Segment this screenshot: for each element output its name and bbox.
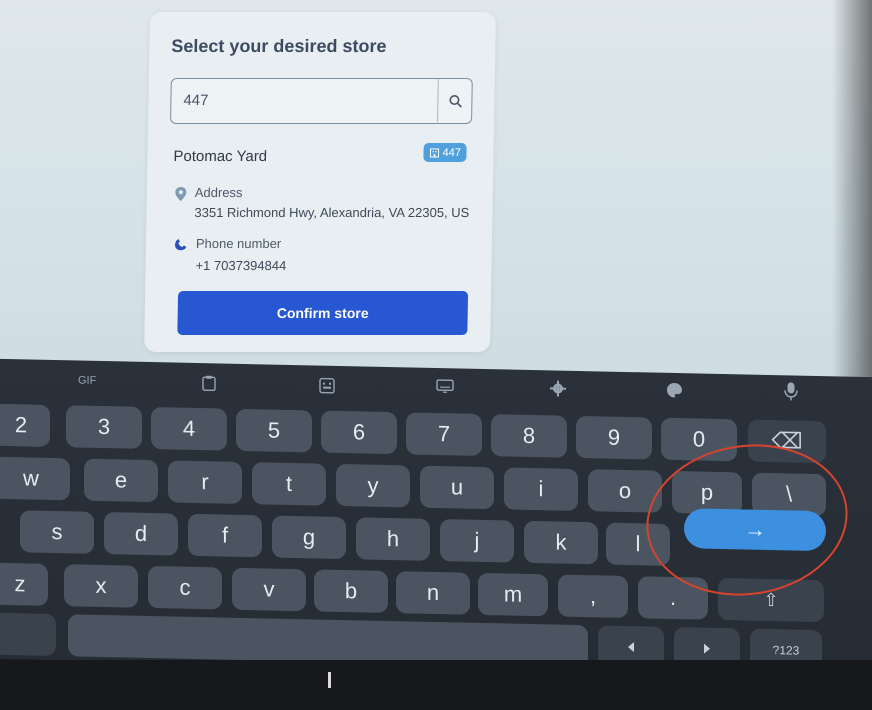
- confirm-store-button[interactable]: Confirm store: [177, 291, 469, 335]
- key-8[interactable]: 8: [491, 414, 567, 458]
- key-5[interactable]: 5: [236, 408, 312, 453]
- key-4[interactable]: 4: [151, 407, 227, 451]
- key-v[interactable]: v: [232, 567, 306, 612]
- key-w[interactable]: w: [0, 456, 70, 501]
- key-x[interactable]: x: [64, 564, 138, 608]
- device-bezel: [0, 660, 872, 710]
- key-k[interactable]: k: [524, 520, 598, 565]
- key-i[interactable]: i: [504, 467, 578, 511]
- microphone-icon[interactable]: [784, 381, 798, 401]
- key-9[interactable]: 9: [576, 415, 652, 460]
- key-b[interactable]: b: [314, 569, 388, 613]
- phone-value: +1 7037394844: [195, 258, 287, 273]
- search-icon: [448, 94, 462, 108]
- store-number-badge: 447: [423, 143, 468, 162]
- key-comma[interactable]: ,: [558, 574, 628, 619]
- store-name[interactable]: Potomac Yard: [173, 148, 267, 165]
- store-selector-card: Select your desired store Potomac Yard 4…: [144, 12, 496, 352]
- address-label: Address: [194, 185, 243, 200]
- address-value: 3351 Richmond Hwy, Alexandria, VA 22305,…: [194, 205, 470, 220]
- bezel-notch: [328, 672, 331, 688]
- key-s[interactable]: s: [20, 510, 94, 554]
- key-j[interactable]: j: [440, 519, 514, 563]
- arrow-left-icon: [628, 642, 634, 653]
- key-d[interactable]: d: [104, 512, 178, 556]
- clipboard-icon[interactable]: [202, 375, 216, 392]
- phone-label: Phone number: [195, 236, 282, 251]
- tablet-screen: Select your desired store Potomac Yard 4…: [0, 0, 872, 380]
- key-t[interactable]: t: [252, 462, 326, 506]
- page-title: Select your desired store: [171, 36, 387, 56]
- key-e[interactable]: e: [84, 458, 158, 503]
- key-3[interactable]: 3: [66, 405, 142, 449]
- key-h[interactable]: h: [356, 517, 430, 561]
- location-pin-icon: [175, 187, 187, 201]
- key-n[interactable]: n: [396, 571, 470, 615]
- building-icon: [429, 148, 440, 157]
- search-button[interactable]: [437, 79, 472, 122]
- key-7[interactable]: 7: [406, 412, 482, 456]
- gif-button[interactable]: GIF: [78, 375, 96, 387]
- emoji-key[interactable]: [0, 612, 56, 657]
- key-6[interactable]: 6: [321, 410, 397, 455]
- key-u[interactable]: u: [420, 465, 494, 510]
- search-box: [170, 78, 473, 124]
- settings-gear-icon[interactable]: [550, 380, 566, 397]
- store-search-input[interactable]: [171, 79, 438, 122]
- key-c[interactable]: c: [148, 565, 222, 610]
- key-2[interactable]: 2: [0, 403, 50, 447]
- key-g[interactable]: g: [272, 515, 346, 560]
- key-r[interactable]: r: [168, 460, 242, 504]
- key-y[interactable]: y: [336, 463, 410, 508]
- store-badge-number: 447: [442, 146, 461, 159]
- emoji-keyboard-icon[interactable]: [319, 377, 335, 394]
- phone-icon: [175, 239, 187, 251]
- theme-palette-icon[interactable]: [666, 382, 683, 399]
- key-m[interactable]: m: [478, 572, 548, 617]
- keyboard-layout-icon[interactable]: [436, 379, 454, 393]
- arrow-right-icon: [704, 643, 710, 654]
- key-f[interactable]: f: [188, 513, 262, 558]
- key-z[interactable]: z: [0, 562, 48, 606]
